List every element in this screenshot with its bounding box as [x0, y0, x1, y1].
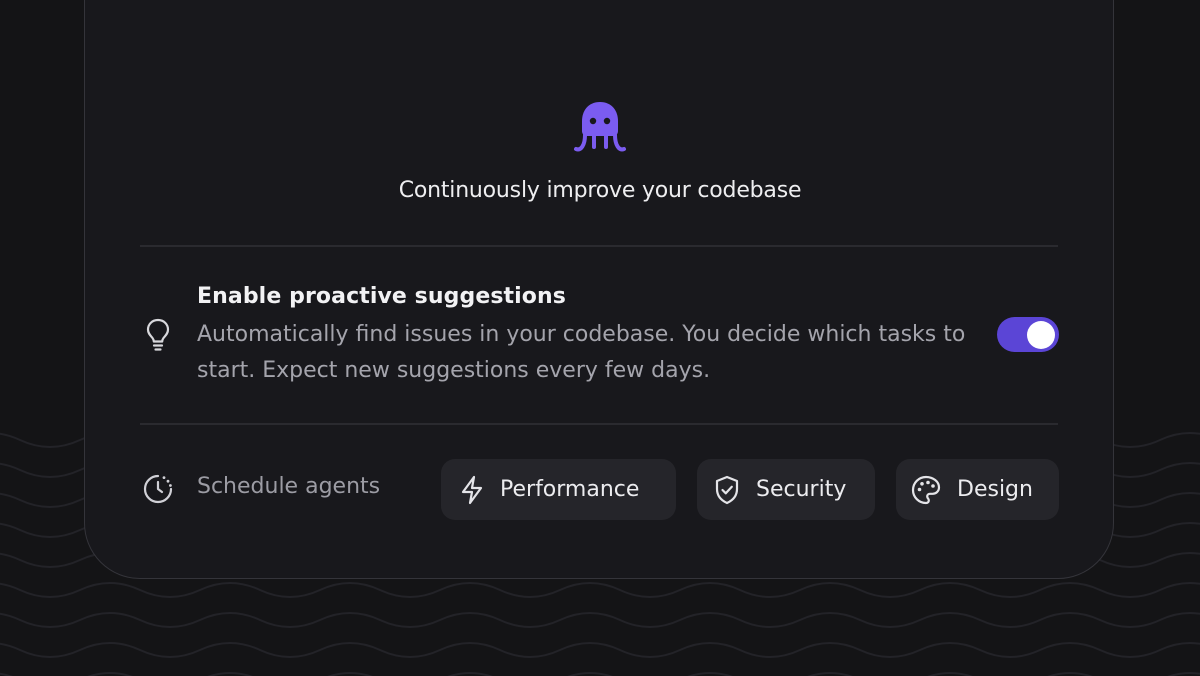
lightning-icon — [461, 475, 483, 504]
page-headline: Continuously improve your codebase — [398, 178, 802, 203]
lightbulb-icon — [146, 318, 170, 351]
schedule-clock-icon — [143, 474, 173, 504]
palette-icon — [911, 475, 941, 504]
chip-label: Performance — [500, 477, 640, 502]
design-chip[interactable]: Design — [896, 459, 1059, 520]
chip-label: Security — [756, 477, 847, 502]
divider — [140, 423, 1058, 425]
octopus-logo-icon — [574, 102, 626, 152]
suggestions-description: Automatically find issues in your codeba… — [197, 322, 966, 383]
shield-check-icon — [715, 475, 739, 504]
chip-label: Design — [957, 477, 1033, 502]
divider — [140, 245, 1058, 247]
performance-chip[interactable]: Performance — [441, 459, 676, 520]
suggestions-title: Enable proactive suggestions — [197, 284, 566, 309]
security-chip[interactable]: Security — [697, 459, 875, 520]
schedule-agents-label: Schedule agents — [197, 474, 381, 499]
toggle-knob — [1027, 320, 1055, 349]
proactive-suggestions-toggle[interactable] — [997, 317, 1059, 352]
